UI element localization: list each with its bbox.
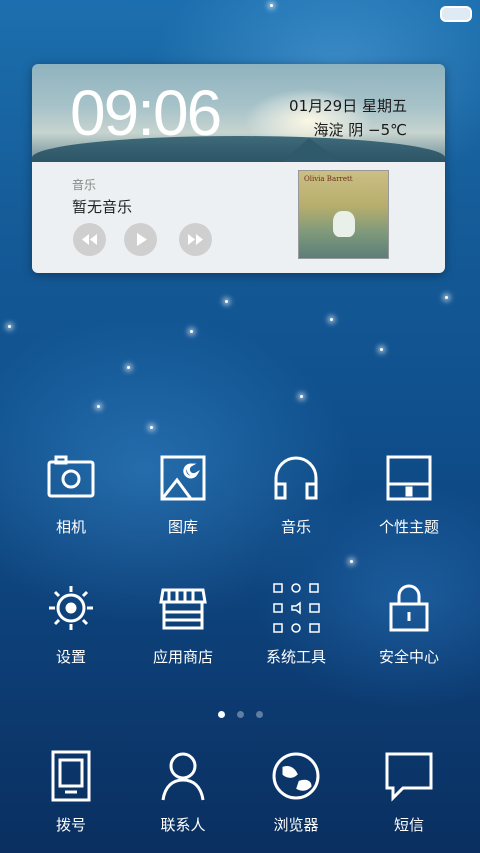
gallery-icon: [160, 455, 206, 501]
app-store[interactable]: 应用商店: [133, 580, 233, 667]
previous-icon: [82, 234, 97, 245]
date-weather[interactable]: 01月29日 星期五 海淀 阴 −5℃: [289, 94, 407, 142]
next-icon: [188, 234, 203, 245]
date-text: 01月29日 星期五: [289, 97, 407, 115]
headphones-icon: [274, 456, 318, 500]
widget-header: 09:06 01月29日 星期五 海淀 阴 −5℃: [32, 64, 445, 162]
gear-icon: [49, 586, 93, 630]
star-decoration: [330, 318, 333, 321]
app-system-tools[interactable]: 系统工具: [246, 580, 346, 667]
page-dot[interactable]: [255, 711, 263, 718]
app-label: 浏览器: [273, 816, 319, 834]
app-label: 设置: [55, 648, 86, 666]
contact-icon: [161, 752, 205, 801]
app-label: 相机: [55, 518, 86, 536]
app-music[interactable]: 音乐: [246, 450, 346, 537]
app-label: 联系人: [160, 816, 206, 834]
store-icon: [159, 588, 207, 630]
app-label: 图库: [167, 518, 198, 536]
app-contacts[interactable]: 联系人: [133, 748, 233, 835]
lock-icon: [389, 584, 429, 632]
star-decoration: [127, 366, 130, 369]
music-player: 音乐 暂无音乐 Olivia Barrett: [32, 162, 445, 273]
page-dot-active[interactable]: [217, 711, 225, 718]
app-label: 应用商店: [152, 648, 213, 666]
tools-folder-icon: [273, 583, 320, 633]
battery-icon: [440, 6, 472, 22]
app-messages[interactable]: 短信: [359, 748, 459, 835]
previous-button[interactable]: [73, 223, 106, 256]
star-decoration: [8, 325, 11, 328]
album-art[interactable]: Olivia Barrett: [298, 170, 389, 259]
page-indicator[interactable]: [0, 703, 480, 722]
app-browser[interactable]: 浏览器: [246, 748, 346, 835]
album-figure: [333, 211, 355, 237]
app-dialer[interactable]: 拨号: [21, 748, 121, 835]
clock-music-widget[interactable]: 09:06 01月29日 星期五 海淀 阴 −5℃ 音乐 暂无音乐 Olivia…: [32, 64, 445, 273]
globe-icon: [272, 752, 320, 800]
theme-icon: [386, 455, 432, 501]
album-text: Olivia Barrett: [304, 175, 353, 183]
star-decoration: [350, 560, 353, 563]
star-decoration: [300, 395, 303, 398]
camera-icon: [47, 455, 95, 498]
app-label: 个性主题: [378, 518, 439, 536]
star-decoration: [190, 330, 193, 333]
app-label: 拨号: [55, 816, 86, 834]
app-label: 系统工具: [265, 648, 326, 666]
star-decoration: [445, 296, 448, 299]
music-title: 暂无音乐: [72, 198, 133, 216]
app-camera[interactable]: 相机: [21, 450, 121, 537]
app-theme[interactable]: 个性主题: [359, 450, 459, 537]
play-icon: [137, 233, 147, 246]
page-dot[interactable]: [236, 711, 244, 718]
app-settings[interactable]: 设置: [21, 580, 121, 667]
app-label: 安全中心: [378, 648, 439, 666]
phone-icon: [51, 750, 91, 802]
play-button[interactable]: [124, 223, 157, 256]
weather-text: 海淀 阴 −5℃: [313, 121, 408, 139]
star-decoration: [225, 300, 228, 303]
app-label: 音乐: [280, 518, 311, 536]
app-security[interactable]: 安全中心: [359, 580, 459, 667]
music-label: 音乐: [72, 178, 97, 192]
star-decoration: [150, 426, 153, 429]
message-icon: [385, 752, 433, 802]
clock-time[interactable]: 09:06: [70, 76, 222, 150]
star-decoration: [97, 405, 100, 408]
star-decoration: [270, 4, 273, 7]
star-decoration: [380, 348, 383, 351]
app-label: 短信: [393, 816, 424, 834]
next-button[interactable]: [179, 223, 212, 256]
app-gallery[interactable]: 图库: [133, 450, 233, 537]
